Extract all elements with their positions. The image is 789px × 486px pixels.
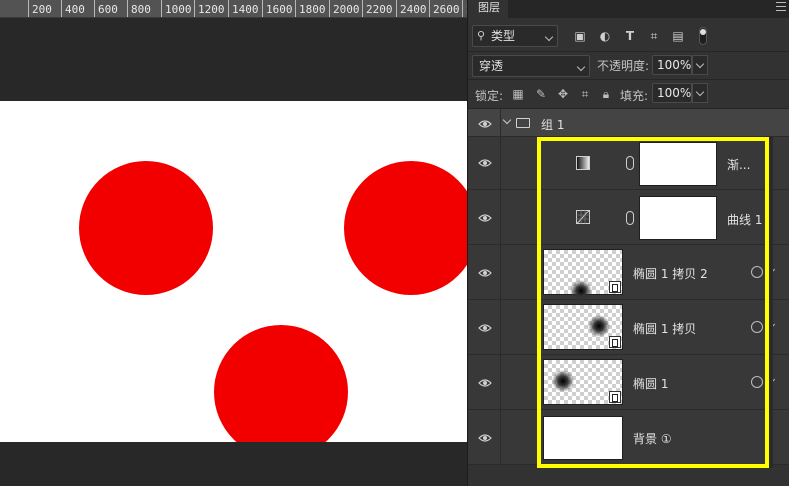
layer-name[interactable]: 渐... (727, 156, 750, 173)
smart-object-badge-icon (609, 281, 621, 293)
fill-label: 填充: (620, 89, 649, 103)
filter-kind-label: 类型 (491, 29, 516, 43)
smart-object-badge-icon (609, 336, 621, 348)
opacity-label: 不透明度: (597, 59, 650, 73)
type-filter-icon[interactable]: T (623, 29, 637, 43)
ruler-tick: 2 (462, 0, 467, 17)
layer-name[interactable]: 背景 ① (633, 430, 672, 447)
filter-toggle-switch[interactable] (699, 27, 707, 45)
visibility-eye-icon[interactable] (478, 378, 492, 388)
layer-name[interactable]: 椭圆 1 拷贝 (633, 320, 696, 337)
lock-artboard-icon[interactable]: ⌗ (578, 87, 592, 101)
layer-row-gradient-fill[interactable]: 渐... (468, 137, 789, 190)
ruler-tick: 2600 (429, 0, 460, 17)
layer-name[interactable]: 组 1 (541, 116, 564, 133)
visibility-eye-icon[interactable] (478, 119, 492, 129)
ruler-tick: 2200 (362, 0, 393, 17)
chain-link-icon[interactable] (626, 156, 634, 170)
visibility-eye-icon[interactable] (478, 268, 492, 278)
layer-mask-thumbnail[interactable] (639, 142, 717, 186)
layers-panel: 图层 ⚲ 类型 ▣ ◐ T ⌗ ▤ 穿透 不透明度: 100% 锁定: ▦ ✎ … (467, 0, 789, 486)
layer-effects-icon[interactable] (751, 321, 763, 333)
ruler-tick: 200 (28, 0, 52, 17)
panel-header: 图层 (468, 0, 789, 18)
tab-layers[interactable]: 图层 (468, 0, 508, 18)
red-circle-bottom[interactable] (214, 325, 348, 442)
shape-filter-icon[interactable]: ⌗ (647, 29, 661, 43)
layer-name[interactable]: 曲线 1 (727, 211, 762, 228)
layer-row-background[interactable]: 背景 ① (468, 410, 789, 465)
layer-filter-select[interactable]: ⚲ 类型 (472, 25, 558, 47)
layer-effects-icon[interactable] (751, 266, 763, 278)
ruler-tick: 1000 (161, 0, 192, 17)
ruler-tick: 1600 (262, 0, 293, 17)
image-filter-icon[interactable]: ▣ (573, 29, 587, 43)
layer-name[interactable]: 椭圆 1 拷贝 2 (633, 265, 708, 282)
chain-link-icon[interactable] (626, 211, 634, 225)
layer-thumbnail[interactable] (543, 304, 623, 350)
layer-row-group[interactable]: 组 1 (468, 109, 789, 137)
opacity-field[interactable]: 100% (652, 55, 692, 75)
divider (468, 79, 789, 80)
visibility-eye-icon[interactable] (478, 433, 492, 443)
lock-label: 锁定: (475, 89, 504, 103)
visibility-eye-icon[interactable] (478, 158, 492, 168)
folder-icon (516, 118, 530, 128)
document-workspace[interactable]: 200 400 600 800 1000 1200 1400 1600 1800… (0, 0, 467, 486)
opacity-dropdown[interactable] (692, 55, 708, 75)
chevron-down-icon[interactable] (502, 115, 512, 125)
layers-scrollbar[interactable] (768, 137, 773, 468)
layer-thumbnail[interactable] (543, 249, 623, 302)
layer-row-curves[interactable]: 曲线 1 (468, 190, 789, 245)
lock-position-move-icon[interactable]: ✥ (556, 87, 570, 101)
ruler-tick: 1200 (194, 0, 225, 17)
adjustment-filter-icon[interactable]: ◐ (598, 29, 612, 43)
ruler-tick: 2400 (396, 0, 427, 17)
lock-all-icon[interactable]: 🔒︎ (599, 87, 613, 101)
ruler-tick: 2000 (329, 0, 360, 17)
gradient-adjustment-icon (576, 156, 590, 170)
smart-object-filter-icon[interactable]: ▤ (671, 29, 685, 43)
horizontal-ruler: 200 400 600 800 1000 1200 1400 1600 1800… (0, 0, 467, 18)
layer-thumbnail[interactable] (543, 416, 623, 460)
blend-mode-select[interactable]: 穿透 (472, 55, 590, 77)
search-icon: ⚲ (477, 29, 486, 42)
fill-field[interactable]: 100% (652, 83, 692, 103)
ruler-tick: 400 (61, 0, 85, 17)
layer-row-ellipse[interactable]: 椭圆 1 (468, 355, 789, 410)
layer-row-ellipse-copy[interactable]: 椭圆 1 拷贝 (468, 300, 789, 355)
red-circle-left[interactable] (79, 161, 213, 295)
blend-mode-value: 穿透 (479, 59, 504, 73)
lock-transparent-icon[interactable]: ▦ (511, 87, 525, 101)
layer-thumbnail[interactable] (543, 359, 623, 405)
smart-object-badge-icon (609, 391, 621, 403)
curves-adjustment-icon (576, 210, 590, 224)
layer-mask-thumbnail[interactable] (639, 196, 717, 240)
visibility-eye-icon[interactable] (478, 323, 492, 333)
lock-image-brush-icon[interactable]: ✎ (534, 87, 548, 101)
layer-effects-icon[interactable] (751, 376, 763, 388)
ruler-tick: 600 (94, 0, 118, 17)
red-circle-right[interactable] (344, 161, 467, 295)
divider (468, 51, 789, 52)
fill-dropdown[interactable] (692, 83, 708, 103)
layer-row-ellipse-copy-2[interactable]: 椭圆 1 拷贝 2 (468, 245, 789, 302)
visibility-eye-icon[interactable] (478, 213, 492, 223)
ruler-tick: 1800 (295, 0, 326, 17)
image-canvas[interactable] (0, 101, 467, 442)
layer-name[interactable]: 椭圆 1 (633, 375, 668, 392)
ruler-tick: 1400 (228, 0, 259, 17)
panel-menu-icon[interactable] (776, 2, 786, 14)
ruler-tick: 800 (127, 0, 151, 17)
